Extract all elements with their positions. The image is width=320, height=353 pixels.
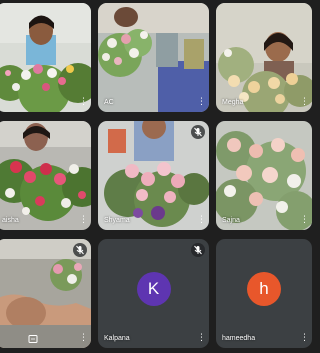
participant-tile-4[interactable]: aisha ⋮ [0, 121, 91, 230]
participant-tile-9[interactable]: h hameedha ⋮ [216, 239, 312, 348]
more-options-icon[interactable]: ⋮ [300, 215, 309, 226]
participant-tile-2[interactable]: AC ⋮ [98, 3, 209, 112]
more-options-icon[interactable]: ⋮ [79, 333, 88, 344]
more-options-icon[interactable]: ⋮ [79, 215, 88, 226]
avatar: K [136, 271, 171, 306]
video-feed [0, 3, 91, 112]
more-options-icon[interactable]: ⋮ [197, 333, 206, 344]
participant-name: Megha [222, 99, 244, 106]
participant-name: aisha [2, 217, 19, 224]
more-options-icon[interactable]: ⋮ [300, 97, 309, 108]
video-feed [98, 3, 209, 112]
mic-off-icon [73, 243, 87, 257]
participant-tile-6[interactable]: Sajna ⋮ [216, 121, 312, 230]
video-feed [216, 3, 312, 112]
participant-tile-3[interactable]: Megha ⋮ [216, 3, 312, 112]
participant-tile-7[interactable]: ⋮ [0, 239, 91, 348]
more-options-icon[interactable]: ⋮ [79, 97, 88, 108]
participant-name: Shyama [104, 217, 130, 224]
participant-name: Kalpana [104, 335, 130, 342]
more-options-icon[interactable]: ⋮ [197, 97, 206, 108]
participant-tile-1[interactable]: ⋮ [0, 3, 91, 112]
more-options-icon[interactable]: ⋮ [197, 215, 206, 226]
participant-name: Sajna [222, 217, 240, 224]
mic-off-icon [191, 125, 205, 139]
avatar: h [247, 271, 281, 306]
participant-tile-5[interactable]: Shyama ⋮ [98, 121, 209, 230]
mic-off-icon [191, 243, 205, 257]
video-feed [0, 121, 91, 230]
video-feed [216, 121, 312, 230]
more-options-icon[interactable]: ⋮ [300, 333, 309, 344]
captions-icon [28, 335, 38, 343]
participant-name: AC [104, 99, 114, 106]
participant-name: hameedha [222, 335, 256, 342]
participant-tile-8[interactable]: K Kalpana ⋮ [98, 239, 209, 348]
